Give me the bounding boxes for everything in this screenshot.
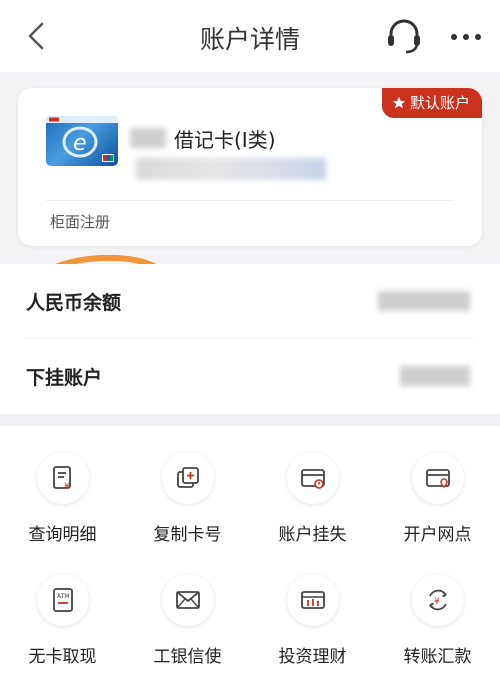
atm-icon: ATM: [53, 588, 73, 612]
copy-card-icon: [177, 467, 199, 488]
envelope-icon: [176, 591, 200, 609]
linked-accounts-value-blurred: [400, 366, 470, 386]
grid-label: 投资理财: [278, 647, 347, 667]
grid-label: 转账汇款: [403, 647, 472, 667]
card-type-label: 借记卡(I类): [174, 128, 276, 152]
statement-icon: ¥: [53, 466, 71, 492]
rmb-balance-value-blurred: [378, 291, 470, 311]
card-number-blurred: [136, 158, 326, 180]
svg-text:¥: ¥: [64, 482, 70, 492]
grid-item-copy-card-number[interactable]: 复制卡号: [125, 426, 250, 546]
transfer-icon: ¥: [429, 589, 447, 611]
grid-label: 无卡取现: [28, 647, 97, 667]
registration-channel: 柜面注册: [50, 213, 111, 231]
page-title: 账户详情: [199, 25, 300, 54]
svg-text:¥: ¥: [434, 597, 440, 607]
card-divider: [46, 200, 454, 201]
grid-item-statement[interactable]: ¥ 查询明细: [0, 426, 125, 546]
branch-location-icon: [426, 469, 450, 489]
grid-label: 复制卡号: [153, 525, 222, 545]
linked-accounts-row[interactable]: 下挂账户: [0, 339, 500, 414]
svg-text:ATM: ATM: [57, 593, 69, 600]
linked-accounts-label: 下挂账户: [26, 367, 103, 389]
grid-item-cardless-withdrawal[interactable]: ATM 无卡取现: [0, 548, 125, 668]
default-account-badge: 默认账户: [381, 88, 482, 118]
rmb-balance-row[interactable]: 人民币余额: [0, 264, 500, 339]
top-bar: 账户详情: [0, 0, 500, 72]
customer-service-icon[interactable]: [384, 16, 424, 56]
rmb-balance-label: 人民币余额: [26, 292, 122, 314]
grid-item-transfer[interactable]: ¥ 转账汇款: [375, 548, 500, 668]
grid-label: 开户网点: [403, 525, 472, 545]
card-e-logo-icon: e: [46, 116, 118, 162]
card-section: 默认账户 e 借记卡(I类) 柜面注册: [0, 72, 500, 346]
grid-label: 账户挂失: [278, 525, 347, 545]
more-options-icon[interactable]: [446, 22, 486, 52]
grid-item-branch[interactable]: 开户网点: [375, 426, 500, 546]
card-image: e: [46, 116, 118, 166]
function-grid: ¥ 查询明细 复制卡号 账户挂失 开户网点 ATM 无卡取现 工银信使 投资理财…: [0, 426, 500, 674]
grid-item-icbc-messenger[interactable]: 工银信使: [125, 548, 250, 668]
card-holder-blurred: [130, 128, 166, 148]
bank-card[interactable]: 默认账户 e 借记卡(I类) 柜面注册: [18, 88, 482, 246]
svg-text:e: e: [73, 131, 87, 156]
star-icon: [392, 96, 406, 109]
report-loss-icon: [301, 469, 325, 489]
grid-item-investment[interactable]: 投资理财: [250, 548, 375, 668]
account-info-list: 人民币余额 下挂账户: [0, 264, 500, 414]
grid-label: 工银信使: [153, 647, 222, 667]
grid-item-report-loss[interactable]: 账户挂失: [250, 426, 375, 546]
grid-label: 查询明细: [28, 525, 97, 545]
investment-icon: [301, 591, 325, 609]
